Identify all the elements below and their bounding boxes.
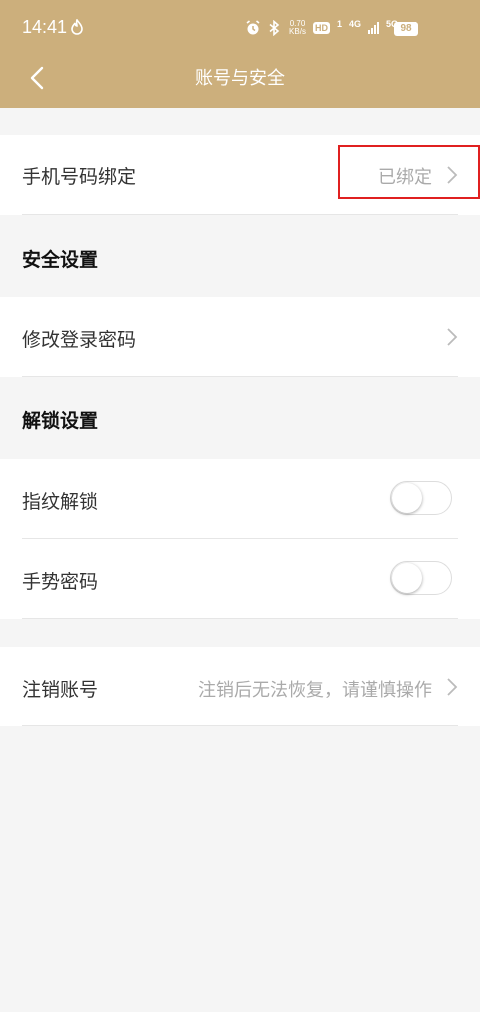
top-bar: 14:41 0.70 KB/s HD 1 4G 5G 98 账号与安全 <box>0 0 480 108</box>
network-speed: 0.70 KB/s <box>289 20 306 36</box>
gesture-password-label: 手势密码 <box>22 571 99 593</box>
gesture-password-row: 手势密码 <box>0 539 480 619</box>
highlight-box <box>338 145 480 199</box>
deactivate-account-label: 注销账号 <box>22 679 99 701</box>
deactivate-account-row[interactable]: 注销账号 注销后无法恢复，请谨慎操作 <box>0 647 480 726</box>
bluetooth-icon <box>269 20 280 36</box>
network-type-1: 4G <box>348 19 361 29</box>
toggle-knob <box>392 483 422 513</box>
status-icons: 0.70 KB/s HD 1 4G 5G <box>245 18 416 38</box>
battery-indicator: 98 <box>394 22 418 36</box>
security-section-title: 安全设置 <box>22 249 99 271</box>
deactivate-account-hint: 注销后无法恢复，请谨慎操作 <box>198 680 432 701</box>
fingerprint-unlock-label: 指纹解锁 <box>22 491 99 513</box>
status-time: 14:41 <box>22 17 68 37</box>
status-bar: 14:41 0.70 KB/s HD 1 4G 5G 98 <box>0 0 480 56</box>
phone-binding-label: 手机号码绑定 <box>22 166 137 188</box>
network-speed-unit: KB/s <box>289 27 306 36</box>
divider <box>22 725 458 726</box>
fingerprint-unlock-toggle[interactable] <box>390 481 452 515</box>
change-password-row[interactable]: 修改登录密码 <box>0 297 480 377</box>
unlock-section-title: 解锁设置 <box>22 410 99 432</box>
gesture-password-toggle[interactable] <box>390 561 452 595</box>
toggle-knob <box>392 563 422 593</box>
page-title: 账号与安全 <box>195 68 285 89</box>
flame-icon <box>71 19 83 35</box>
alarm-icon <box>246 20 260 35</box>
signal-bars-1-icon <box>367 22 379 34</box>
hd-badge: HD <box>312 22 330 34</box>
divider <box>22 376 458 377</box>
fingerprint-unlock-row: 指纹解锁 <box>0 459 480 539</box>
change-password-label: 修改登录密码 <box>22 329 137 351</box>
divider <box>22 618 458 619</box>
divider <box>22 214 458 215</box>
chevron-right-icon <box>447 328 458 346</box>
chevron-right-icon <box>447 678 458 696</box>
sim1-label: 1 <box>336 19 342 29</box>
